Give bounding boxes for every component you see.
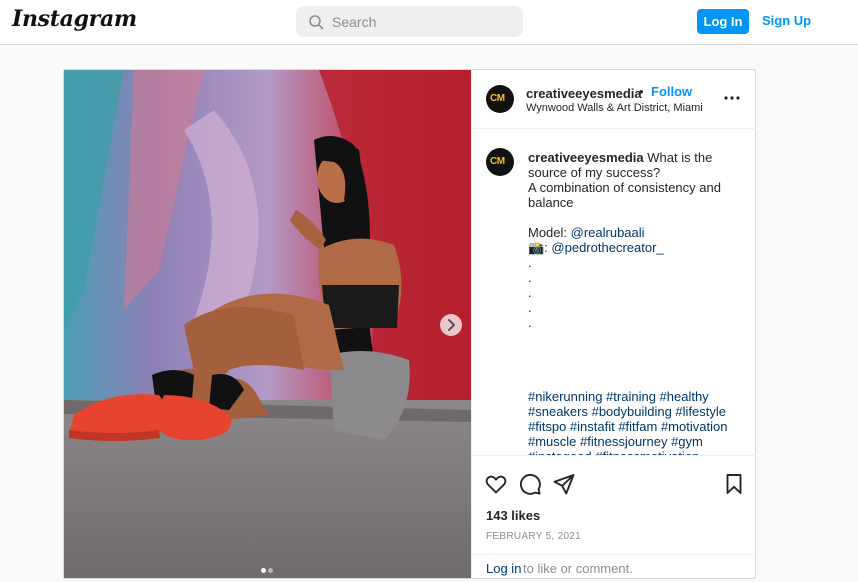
login-button[interactable]: Log In — [697, 9, 749, 34]
bookmark-icon[interactable] — [722, 472, 746, 496]
avatar[interactable]: CM — [486, 85, 514, 113]
post-actions: 143 likes FEBRUARY 5, 2021 Log in to lik… — [472, 455, 756, 578]
search-icon — [309, 15, 324, 30]
follow-button[interactable]: Follow — [651, 84, 692, 99]
carousel-dot — [268, 568, 273, 573]
post-location[interactable]: Wynwood Walls & Art District, Miami — [526, 102, 703, 114]
caption-text: creativeeyesmedia What is the source of … — [528, 150, 743, 330]
search-box[interactable] — [296, 6, 523, 37]
caption-dots: . . . . . — [528, 255, 532, 330]
separator-bullet: • — [639, 84, 644, 99]
caption-avatar[interactable]: CM — [486, 148, 514, 176]
carousel-indicator — [260, 560, 274, 578]
heart-icon[interactable] — [484, 472, 508, 496]
more-options-icon[interactable] — [724, 96, 740, 100]
comment-icon[interactable] — [518, 472, 542, 496]
photographer-mention-link[interactable]: @pedrothecreator_ — [551, 240, 663, 255]
post-side-panel: CM creativeeyesmedia • Follow Wynwood Wa… — [471, 70, 756, 578]
comment-prompt: Log in to like or comment. — [472, 554, 756, 579]
search-input[interactable] — [332, 6, 512, 37]
post-card: CM creativeeyesmedia • Follow Wynwood Wa… — [63, 69, 756, 579]
caption-area: CM creativeeyesmedia What is the source … — [472, 130, 756, 455]
paper-plane-icon[interactable] — [552, 472, 576, 496]
post-photo[interactable] — [64, 70, 471, 578]
post-header: CM creativeeyesmedia • Follow Wynwood Wa… — [472, 70, 756, 129]
model-mention-link[interactable]: @realrubaali — [571, 225, 645, 240]
avatar-logo-text: CM — [490, 93, 505, 104]
carousel-dot-active — [261, 568, 266, 573]
hashtags[interactable]: #nikerunning #training #healthy #sneaker… — [528, 389, 750, 455]
likes-count[interactable]: 143 likes — [486, 508, 540, 523]
instagram-logo[interactable]: Instagram — [12, 6, 137, 32]
camera-prefix: 📸: — [528, 240, 548, 255]
signup-link[interactable]: Sign Up — [762, 13, 811, 28]
top-navigation-bar: Instagram Log In Sign Up — [0, 0, 858, 45]
post-date: FEBRUARY 5, 2021 — [486, 531, 582, 542]
comment-prompt-text: to like or comment. — [523, 561, 633, 576]
photo-illustration — [64, 70, 471, 578]
avatar-logo-text: CM — [490, 156, 505, 167]
caption-username[interactable]: creativeeyesmedia — [528, 150, 644, 165]
login-link[interactable]: Log in — [486, 561, 521, 576]
chevron-right-icon[interactable] — [440, 314, 462, 336]
post-username[interactable]: creativeeyesmedia — [526, 86, 642, 101]
